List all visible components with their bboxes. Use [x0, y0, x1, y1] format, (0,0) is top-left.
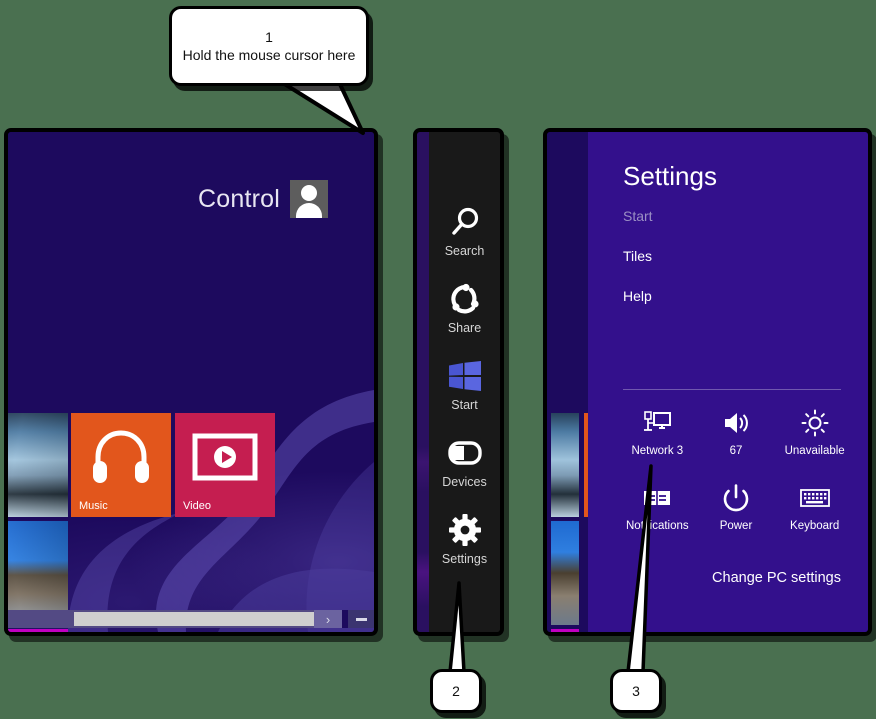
charm-label: Settings	[441, 551, 488, 566]
quick-action-label: 67	[729, 445, 743, 457]
user-name-label: Control	[198, 184, 280, 213]
windows-logo-icon	[448, 359, 481, 393]
settings-link-tiles[interactable]: Tiles	[623, 248, 652, 264]
settings-divider	[623, 389, 841, 390]
quick-action-label: Unavailable	[784, 445, 845, 457]
charms-edge-strip	[417, 132, 429, 632]
quick-action-network[interactable]: Network 3	[618, 408, 697, 457]
charm-start[interactable]: Start	[429, 359, 500, 412]
tile-label: Video	[183, 500, 211, 512]
user-avatar-icon[interactable]	[290, 180, 328, 218]
charm-label: Start	[451, 397, 478, 412]
start-user-header[interactable]: Control	[198, 180, 328, 218]
background-camera-tile	[551, 629, 579, 632]
camera-tile[interactable]	[8, 629, 68, 632]
video-play-icon	[192, 433, 258, 481]
scrollbar-right-arrow[interactable]: ›	[314, 610, 342, 628]
brightness-icon	[801, 408, 829, 438]
power-icon	[723, 483, 749, 513]
scrollbar-track[interactable]	[8, 610, 74, 628]
volume-icon	[722, 408, 750, 438]
settings-quick-actions-grid: Network 3 67 Unavailable Notifications P…	[618, 408, 854, 532]
settings-link-help[interactable]: Help	[623, 288, 652, 304]
background-eiffel-tile	[551, 521, 579, 625]
quick-action-label: Keyboard	[790, 520, 840, 532]
quick-action-label: Network 3	[631, 445, 684, 457]
share-icon	[449, 282, 481, 316]
headphones-icon	[93, 430, 149, 483]
callout-number: 1	[265, 29, 273, 45]
callout-bubble-3: 3	[610, 669, 662, 713]
notifications-icon	[643, 483, 671, 513]
tile-label: Music	[79, 500, 108, 512]
callout-number: 2	[452, 683, 460, 699]
charm-label: Devices	[442, 474, 487, 489]
background-start-screen	[547, 132, 588, 632]
background-beach-tile	[551, 413, 579, 517]
quick-action-volume[interactable]: 67	[697, 408, 776, 457]
change-pc-settings-link[interactable]: Change PC settings	[712, 570, 841, 586]
quick-action-label: Power	[719, 520, 753, 532]
keyboard-icon	[799, 483, 830, 513]
callout-bubble-1: 1 Hold the mouse cursor here	[169, 6, 369, 86]
start-screen-panel: Control Music Video ›	[4, 128, 378, 636]
callout-number: 3	[632, 683, 640, 699]
search-icon	[449, 205, 481, 239]
video-tile[interactable]: Video	[175, 413, 275, 517]
music-tile[interactable]: Music	[71, 413, 171, 517]
devices-icon	[447, 436, 482, 470]
quick-action-label: Notifications	[626, 520, 689, 532]
gear-icon	[448, 513, 481, 547]
quick-action-notifications[interactable]: Notifications	[618, 483, 697, 532]
network-icon	[642, 408, 672, 438]
settings-title: Settings	[623, 161, 717, 191]
charm-share[interactable]: Share	[429, 282, 500, 335]
settings-link-start[interactable]: Start	[623, 208, 653, 224]
charm-label: Share	[447, 320, 482, 335]
charm-settings[interactable]: Settings	[429, 513, 500, 566]
charm-label: Search	[444, 243, 485, 258]
callout-text: Hold the mouse cursor here	[182, 47, 356, 63]
quick-action-keyboard[interactable]: Keyboard	[775, 483, 854, 532]
scrollbar-thumb[interactable]	[74, 612, 314, 626]
settings-flyout-panel: M Settings Start Tiles Help	[543, 128, 872, 636]
charm-devices[interactable]: Devices	[429, 436, 500, 489]
settings-flyout: Settings Start Tiles Help Network 3 67 U…	[588, 132, 868, 632]
quick-action-power[interactable]: Power	[697, 483, 776, 532]
callout-bubble-2: 2	[430, 669, 482, 713]
beach-photo-tile[interactable]	[8, 413, 68, 517]
start-screen-scrollbar[interactable]: ›	[8, 610, 374, 628]
minimize-icon[interactable]	[348, 610, 374, 628]
charm-search[interactable]: Search	[429, 205, 500, 258]
charms-bar-panel: Search Share Start Devices Settings	[413, 128, 504, 636]
quick-action-brightness[interactable]: Unavailable	[775, 408, 854, 457]
